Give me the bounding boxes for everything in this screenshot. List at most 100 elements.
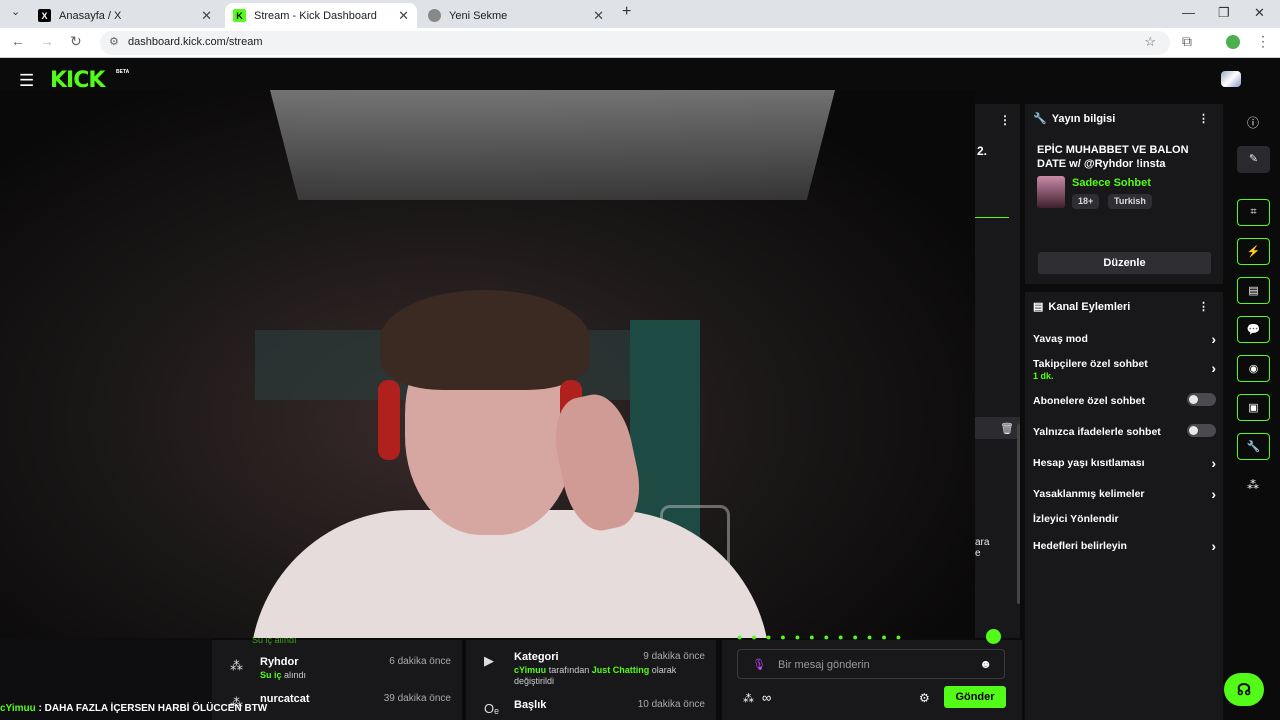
maximize-icon[interactable]: ❐ — [1218, 5, 1230, 21]
wrench-icon: 🔧 — [1033, 113, 1047, 125]
profile-avatar[interactable] — [1226, 35, 1240, 49]
emote-bar[interactable]: ●●●●●●●●●●●● — [737, 632, 910, 642]
chat-bubble-icon[interactable]: 💬 — [1237, 316, 1270, 343]
close-icon[interactable]: ✕ — [593, 8, 604, 24]
action-banned-words[interactable]: Yasaklanmış kelimeler › — [1033, 486, 1216, 502]
person-hair — [380, 290, 590, 390]
bookmark-star-icon[interactable]: ☆ — [1144, 34, 1156, 50]
close-icon[interactable]: ✕ — [201, 8, 212, 24]
send-button[interactable]: Gönder — [944, 686, 1006, 708]
action-emotes-only: Yalnızca ifadelerle sohbet — [1033, 424, 1216, 438]
info-icon[interactable]: ⓘ — [1247, 114, 1259, 131]
emoji-icon[interactable]: ☻ — [979, 657, 992, 671]
chat-input[interactable]: 🎙 Bir mesaj gönderin ☻ — [737, 649, 1005, 679]
headset-left — [378, 380, 400, 460]
tab-kick-dashboard[interactable]: K Stream - Kick Dashboard ✕ — [225, 3, 417, 28]
browser-menu-icon[interactable]: ⋮ — [1256, 33, 1270, 50]
support-headset-icon[interactable]: ☊ — [1224, 673, 1264, 706]
activity-title: Başlık — [514, 699, 547, 711]
users-icon[interactable]: ⁂ — [1247, 478, 1259, 492]
broadcast-icon[interactable]: ◉ — [1237, 355, 1270, 382]
tab-x[interactable]: X Anasayfa / X ✕ — [30, 3, 220, 28]
gear-icon[interactable]: ⚙ — [919, 691, 930, 705]
kebab-menu-icon[interactable]: ⋮ — [1198, 112, 1209, 125]
dashboard-tool-rail: ⓘ ✎ ⌗ ⚡ ▤ 💬 ◉ ▣ 🔧 ⁂ — [1237, 104, 1271, 504]
category-play-icon: ▶ — [484, 653, 494, 668]
action-account-age[interactable]: Hesap yaşı kısıtlaması › — [1033, 455, 1216, 471]
user-avatar[interactable] — [1221, 71, 1241, 87]
tag-chip[interactable]: 18+ — [1072, 194, 1100, 209]
chat-composer: ●●●●●●●●●●●● 🎙 Bir mesaj gönderin ☻ ⁂ ∞ … — [722, 632, 1022, 720]
reload-icon[interactable]: ↻ — [70, 33, 82, 50]
back-icon[interactable]: ← — [11, 33, 25, 49]
site-info-icon[interactable]: ⚙ — [109, 35, 119, 48]
screenshot-icon[interactable]: ⌗ — [1237, 199, 1270, 226]
activity-time: 9 dakika önce — [643, 651, 705, 662]
wrench-icon[interactable]: 🔧 — [1237, 433, 1270, 460]
followers-duration: 1 dk. — [1033, 371, 1054, 381]
activity-time: 39 dakika önce — [383, 693, 451, 704]
chat-moderation-panel: ⋮ 2. 🗑 ara e — [975, 104, 1020, 638]
trash-icon[interactable]: 🗑 — [1000, 422, 1014, 435]
extensions-icon[interactable]: ⧉ — [1182, 33, 1192, 50]
stream-preview-video[interactable] — [0, 90, 975, 638]
action-set-goals[interactable]: Hedefleri belirleyin › — [1033, 538, 1216, 554]
edit-button[interactable]: Düzenle — [1038, 252, 1211, 274]
emote-icon[interactable] — [986, 629, 1001, 644]
ticker-user: cYimuu — [0, 703, 36, 714]
minimize-icon[interactable]: — — [1182, 5, 1195, 20]
middle-number: 2. — [977, 144, 988, 158]
action-slow-mode[interactable]: Yavaş mod › — [1033, 331, 1216, 347]
action-followers-only[interactable]: Takipçilere özel sohbet 1 dk. › — [1033, 358, 1216, 381]
middle-text: ara e — [975, 537, 990, 559]
action-host-viewers[interactable]: İzleyici Yönlendir — [1033, 513, 1216, 525]
close-icon[interactable]: ✕ — [398, 8, 409, 24]
activity-feed-right: ▶ Kategori 9 dakika önce cYimuu tarafınd… — [466, 640, 716, 720]
tab-underline — [975, 217, 1009, 218]
x-icon: X — [38, 9, 51, 22]
tab-label: Stream - Kick Dashboard — [254, 9, 377, 22]
chevron-right-icon: › — [1211, 486, 1216, 502]
kebab-menu-icon[interactable]: ⋮ — [1198, 300, 1209, 313]
tab-label: Anasayfa / X — [59, 9, 122, 22]
channel-actions-panel: ▤ Kanal Eylemleri ⋮ Yavaş mod › Takipçil… — [1025, 292, 1223, 720]
category-thumbnail — [1037, 176, 1065, 208]
notes-icon[interactable]: ▤ — [1237, 277, 1270, 304]
omnibox[interactable]: ⚙ dashboard.kick.com/stream ☆ — [100, 31, 1170, 55]
stream-title: EPİC MUHABBET VE BALON DATE w/ @Ryhdor !… — [1037, 144, 1189, 170]
browser-tab-strip: ⌄ X Anasayfa / X ✕ K Stream - Kick Dashb… — [0, 0, 1280, 28]
new-tab-icon[interactable]: + — [622, 3, 631, 21]
action-subscribers-only: Abonelere özel sohbet — [1033, 393, 1216, 407]
tag-chip[interactable]: Turkish — [1108, 194, 1152, 209]
subscribers-only-toggle[interactable] — [1187, 393, 1216, 406]
lightning-icon[interactable]: ⚡ — [1237, 238, 1270, 265]
category-link[interactable]: Sadece Sohbet — [1072, 177, 1151, 189]
users-icon[interactable]: ⁂ — [743, 692, 754, 705]
activity-desc: Su iç alındı — [260, 670, 307, 680]
hamburger-menu-icon[interactable]: ☰ — [19, 71, 34, 91]
title-icon: Oₑ — [484, 701, 499, 716]
panel-title: Yayın bilgisi — [1051, 112, 1116, 125]
stream-info-panel: 🔧 Yayın bilgisi ⋮ EPİC MUHABBET VE BALON… — [1025, 104, 1223, 284]
tab-new[interactable]: Yeni Sekme ✕ — [420, 3, 612, 28]
url-text[interactable]: dashboard.kick.com/stream — [128, 36, 263, 48]
activity-time: 6 dakika önce — [389, 656, 451, 667]
emotes-only-toggle[interactable] — [1187, 424, 1216, 437]
infinity-icon[interactable]: ∞ — [762, 690, 771, 705]
chrome-icon — [428, 9, 441, 22]
chevron-right-icon: › — [1211, 455, 1216, 471]
kebab-menu-icon[interactable]: ⋮ — [999, 113, 1011, 127]
tab-search-chevron-icon[interactable]: ⌄ — [11, 5, 20, 18]
camera-icon[interactable]: ▣ — [1237, 394, 1270, 421]
beta-badge: BETA — [116, 69, 130, 75]
kick-icon: K — [233, 9, 246, 22]
activity-user[interactable]: Ryhdor — [260, 656, 299, 668]
users-icon: ⁂ — [230, 658, 243, 673]
pencil-icon[interactable]: ✎ — [1237, 146, 1270, 173]
forward-icon[interactable]: → — [40, 33, 54, 49]
microphone-icon[interactable]: 🎙 — [752, 658, 766, 671]
window-close-icon[interactable]: ✕ — [1254, 5, 1265, 21]
tab-label: Yeni Sekme — [449, 9, 508, 22]
scrollbar[interactable] — [1017, 424, 1020, 604]
panel-title: Kanal Eylemleri — [1048, 300, 1131, 313]
